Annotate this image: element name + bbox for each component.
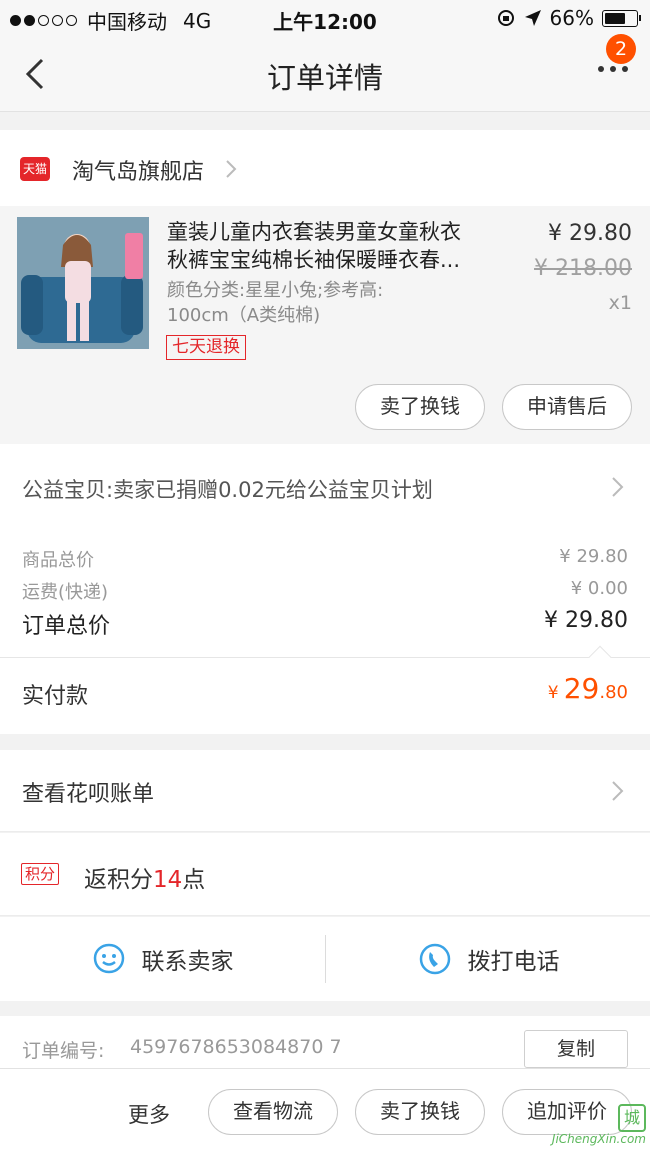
product-spec-line1: 颜色分类:星星小兔;参考高: [167,280,384,301]
copy-button[interactable]: 复制 [524,1030,628,1068]
shipping-label: 运费(快递) [22,582,109,603]
apply-aftersale-button[interactable]: 申请售后 [502,384,632,430]
status-bar: 中国移动 4G 上午12:00 66% [0,0,650,38]
actual-payment-row: 实付款 ¥ 29.80 [0,645,650,734]
huabei-bill-row[interactable]: 查看花呗账单 [0,750,650,832]
shipping-row: 运费(快递) ¥ 0.00 [22,578,628,604]
product-quantity: x1 [608,292,632,314]
order-total-row: 订单总价 ¥ 29.80 [22,608,628,640]
goods-total-value: ¥ 29.80 [559,546,628,567]
product-spec-line2: 100cm（A类纯棉) [167,305,321,326]
contact-seller-button[interactable]: 联系卖家 [0,917,325,1001]
phone-icon [419,943,450,975]
battery-percent: 66% [549,6,594,30]
call-phone-button[interactable]: 拨打电话 [326,917,650,1001]
watermark-url: JiChengXin.com [551,1132,646,1146]
order-total-label: 订单总价 [22,614,111,639]
location-arrow-icon [524,10,541,26]
product-price: ¥ 29.80 [548,221,632,246]
actual-payment-label: 实付款 [22,684,89,709]
charity-text: 公益宝贝:卖家已捐赠0.02元给公益宝贝计划 [22,478,433,502]
actual-payment-value: ¥ 29.80 [547,672,628,705]
battery-icon [602,9,641,27]
contact-seller-label: 联系卖家 [141,949,234,975]
store-name: 淘气岛旗舰店 [72,160,205,185]
chevron-right-icon [612,781,624,801]
more-button[interactable]: 更多 [128,1099,170,1129]
product-spec: 颜色分类:星星小兔;参考高: 100cm（A类纯棉) [167,278,467,328]
price-summary: 商品总价 ¥ 29.80 运费(快递) ¥ 0.00 订单总价 ¥ 29.80 [0,528,650,658]
goods-total-row: 商品总价 ¥ 29.80 [22,546,628,572]
order-number-row: 订单编号: 4597678653084870 7 复制 [0,1016,650,1076]
view-logistics-button[interactable]: 查看物流 [208,1089,338,1135]
page-title: 订单详情 [266,61,383,95]
order-total-value: ¥ 29.80 [544,608,628,633]
nav-bar: 订单详情 2 [0,34,650,112]
product-title-line2: 秋裤宝宝纯棉长袖保暖睡衣春... [167,248,461,272]
points-value: 14 [153,867,183,893]
huabei-bill-label: 查看花呗账单 [22,782,155,807]
product-title-line1: 童装儿童内衣套装男童女童秋衣 [167,220,461,244]
points-row: 积分 返积分14点 [0,833,650,916]
product-item[interactable]: 童装儿童内衣套装男童女童秋衣 秋裤宝宝纯棉长袖保暖睡衣春... 颜色分类:星星小… [0,206,650,444]
watermark: 城 JiChengXin.com [552,1104,646,1146]
call-phone-label: 拨打电话 [467,949,560,975]
notification-badge: 2 [606,34,636,64]
orientation-lock-icon [497,10,514,26]
product-title[interactable]: 童装儿童内衣套装男童女童秋衣 秋裤宝宝纯棉长袖保暖睡衣春... [167,218,497,274]
goods-total-label: 商品总价 [22,550,94,571]
original-price: ¥ 218.00 [534,256,632,281]
product-thumbnail[interactable] [17,217,149,349]
tmall-logo: 天猫 [20,157,50,181]
points-text: 返积分14点 [84,867,206,893]
sell-for-cash-bottom-button[interactable]: 卖了换钱 [355,1089,485,1135]
watermark-logo: 城 [618,1104,646,1132]
order-number-value: 4597678653084870 7 [130,1036,342,1058]
store-row[interactable]: 天猫 淘气岛旗舰店 [0,130,650,206]
chat-icon [93,943,124,974]
chevron-right-icon [612,477,624,497]
more-icon[interactable] [598,66,628,72]
sell-for-cash-button[interactable]: 卖了换钱 [355,384,485,430]
points-tag: 积分 [21,863,60,885]
return-policy-tag: 七天退换 [166,335,246,360]
charity-row[interactable]: 公益宝贝:卖家已捐赠0.02元给公益宝贝计划 [0,444,650,528]
chevron-right-icon [226,160,237,178]
order-number-label: 订单编号: [22,1040,105,1062]
contact-row: 联系卖家 拨打电话 [0,917,650,1001]
shipping-value: ¥ 0.00 [570,578,628,599]
